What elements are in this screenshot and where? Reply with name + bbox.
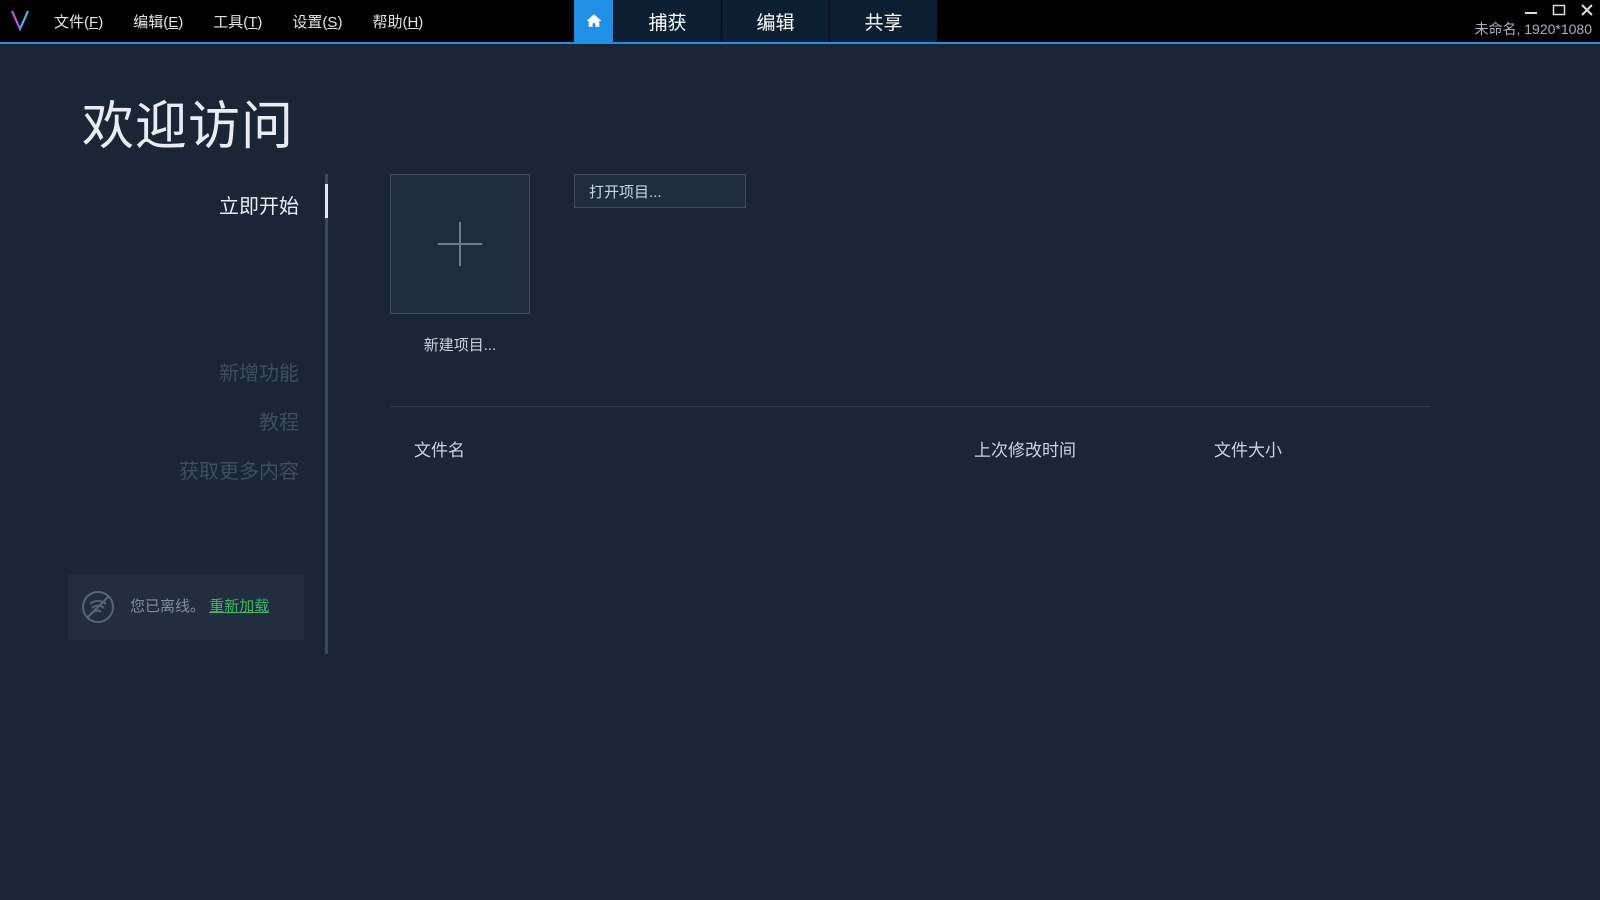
column-filename[interactable]: 文件名 [414,436,974,461]
mode-tabs: 捕获 编辑 共享 [574,0,938,42]
column-modified[interactable]: 上次修改时间 [974,436,1214,461]
window-controls [1520,1,1598,19]
menu-settings[interactable]: 设置(S) [278,5,356,38]
app-logo-icon [0,0,40,43]
column-size[interactable]: 文件大小 [1214,436,1394,461]
offline-icon [80,589,116,625]
new-project-tile[interactable] [390,174,530,314]
section-divider [390,406,1430,407]
nav-tutorial[interactable]: 教程 [68,396,325,445]
nav-more[interactable]: 获取更多内容 [68,445,325,494]
menu-bar: 文件(F) 编辑(E) 工具(T) 设置(S) 帮助(H) [40,5,437,38]
menu-tools[interactable]: 工具(T) [199,5,276,38]
open-project-button[interactable]: 打开项目... [574,174,746,208]
plus-icon [432,216,488,272]
home-icon [585,12,603,30]
document-status: 未命名, 1920*1080 [1474,19,1592,39]
menu-file[interactable]: 文件(F) [40,5,117,38]
tab-capture[interactable]: 捕获 [614,0,722,42]
maximize-button[interactable] [1548,1,1570,19]
new-project-label: 新建项目... [390,334,530,355]
offline-reload-link[interactable]: 重新加载 [209,598,269,615]
nav-start[interactable]: 立即开始 [68,180,325,229]
recent-list-header: 文件名 上次修改时间 文件大小 [414,436,1414,461]
menu-help[interactable]: 帮助(H) [358,5,437,38]
nav-whatsnew[interactable]: 新增功能 [68,347,325,396]
menu-edit[interactable]: 编辑(E) [119,5,197,38]
tab-home[interactable] [574,0,614,42]
offline-banner: 您已离线。 重新加载 [68,574,304,640]
close-button[interactable] [1576,1,1598,19]
start-panel: 新建项目... 打开项目... [390,174,1560,355]
welcome-screen: 欢迎访问 立即开始 新增功能 教程 获取更多内容 您已离线。 重新加载 [0,44,1600,900]
title-bar: 文件(F) 编辑(E) 工具(T) 设置(S) 帮助(H) 捕获 编辑 共享 未… [0,0,1600,44]
tab-share[interactable]: 共享 [830,0,938,42]
tab-edit[interactable]: 编辑 [722,0,830,42]
page-title: 欢迎访问 [82,84,294,159]
offline-text: 您已离线。 重新加载 [130,597,269,617]
minimize-button[interactable] [1520,1,1542,19]
